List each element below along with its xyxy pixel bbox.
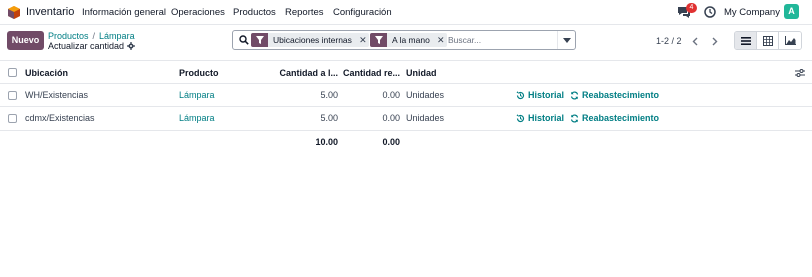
total-reserved: 0.00 <box>382 137 400 147</box>
cell-reserved: 0.00 <box>382 90 400 100</box>
page-title-text: Actualizar cantidad <box>48 41 125 51</box>
menu-informacion-general[interactable]: Información general <box>82 7 166 18</box>
company-switcher[interactable]: My Company <box>724 7 780 18</box>
pivot-view-button[interactable] <box>757 32 779 49</box>
breadcrumb-lampara[interactable]: Lámpara <box>99 31 135 41</box>
cell-on-hand[interactable]: 5.00 <box>270 84 338 107</box>
replenish-button[interactable]: Reabastecimiento <box>570 84 659 107</box>
table-row[interactable]: cdmx/Existencias Lámpara 5.00 0.00 Unida… <box>0 107 812 131</box>
chat-count-badge: 4 <box>686 3 697 13</box>
area-chart-icon <box>784 36 796 45</box>
cell-product-link[interactable]: Lámpara <box>179 107 215 130</box>
app-name[interactable]: Inventario <box>26 6 74 18</box>
menu-operaciones[interactable]: Operaciones <box>171 7 225 18</box>
facet-ubicaciones-internas: Ubicaciones internas ✕ <box>251 33 369 47</box>
table-footer-totals: 10.00 0.00 <box>0 131 812 153</box>
history-button[interactable]: Historial <box>516 84 564 107</box>
column-cantidad-a-la-mano[interactable]: Cantidad a l... <box>270 61 338 85</box>
replenish-button[interactable]: Reabastecimiento <box>570 107 659 130</box>
history-icon <box>516 91 525 100</box>
column-producto[interactable]: Producto <box>179 61 219 85</box>
cell-unit: Unidades <box>406 90 445 100</box>
optional-columns-icon[interactable] <box>795 68 805 78</box>
column-cantidad-reservada[interactable]: Cantidad re... <box>340 61 400 85</box>
replenish-label: Reabastecimiento <box>582 90 660 100</box>
table-row[interactable]: WH/Existencias Lámpara 5.00 0.00 Unidade… <box>0 84 812 107</box>
gear-icon[interactable] <box>127 42 136 50</box>
page-title: Actualizar cantidad <box>48 41 136 51</box>
cell-reserved: 0.00 <box>382 113 400 123</box>
column-unidad[interactable]: Unidad <box>406 61 437 85</box>
pager-next-button[interactable] <box>707 33 723 49</box>
history-button[interactable]: Historial <box>516 107 564 130</box>
list-icon <box>740 36 751 45</box>
user-avatar[interactable]: A <box>784 4 799 19</box>
menu-configuracion[interactable]: Configuración <box>333 7 392 18</box>
clock-icon[interactable] <box>704 6 716 18</box>
history-icon <box>516 114 525 123</box>
column-ubicacion[interactable]: Ubicación <box>25 61 68 85</box>
total-on-hand: 10.00 <box>315 137 338 147</box>
facet-close-icon[interactable]: ✕ <box>357 35 369 46</box>
pager-previous-button[interactable] <box>687 33 703 49</box>
facet-label: A la mano <box>392 35 430 45</box>
search-bar: Ubicaciones internas ✕ A la mano ✕ <box>232 30 576 50</box>
menu-reportes[interactable]: Reportes <box>285 7 324 18</box>
breadcrumb-separator: / <box>92 31 96 41</box>
caret-down-icon <box>562 37 571 43</box>
select-all-checkbox[interactable] <box>8 68 17 77</box>
breadcrumb: Productos / Lámpara <box>48 31 135 41</box>
table-header: Ubicación Producto Cantidad a l... Canti… <box>0 60 812 84</box>
pager-value[interactable]: 1-2 / 2 <box>656 36 682 46</box>
cell-unit: Unidades <box>406 113 445 123</box>
filter-icon <box>251 33 268 47</box>
search-icon <box>239 35 249 45</box>
cell-location: cdmx/Existencias <box>25 113 95 123</box>
row-checkbox[interactable] <box>8 91 17 100</box>
replenish-label: Reabastecimiento <box>582 113 660 123</box>
row-checkbox[interactable] <box>8 114 17 123</box>
history-label: Historial <box>528 113 565 123</box>
facet-a-la-mano: A la mano ✕ <box>370 33 447 47</box>
facet-label: Ubicaciones internas <box>273 35 352 45</box>
history-label: Historial <box>528 90 565 100</box>
refresh-icon <box>570 114 579 123</box>
graph-view-button[interactable] <box>779 32 801 49</box>
refresh-icon <box>570 91 579 100</box>
cell-location: WH/Existencias <box>25 90 89 100</box>
breadcrumb-productos[interactable]: Productos <box>48 31 89 41</box>
app-logo-icon[interactable] <box>8 6 20 19</box>
view-switcher <box>734 31 802 50</box>
new-button[interactable]: Nuevo <box>7 31 44 50</box>
chevron-left-icon <box>692 37 698 45</box>
facet-close-icon[interactable]: ✕ <box>435 35 447 46</box>
table-grid-icon <box>762 35 773 46</box>
filter-icon <box>370 33 387 47</box>
cell-product-link[interactable]: Lámpara <box>179 84 215 107</box>
search-options-toggle[interactable] <box>557 31 575 49</box>
chevron-right-icon <box>712 37 718 45</box>
cell-on-hand[interactable]: 5.00 <box>270 107 338 130</box>
menu-productos[interactable]: Productos <box>233 7 276 18</box>
top-navbar: Inventario Información general Operacion… <box>0 0 812 25</box>
search-input[interactable] <box>448 34 553 46</box>
list-view-button[interactable] <box>735 32 757 49</box>
